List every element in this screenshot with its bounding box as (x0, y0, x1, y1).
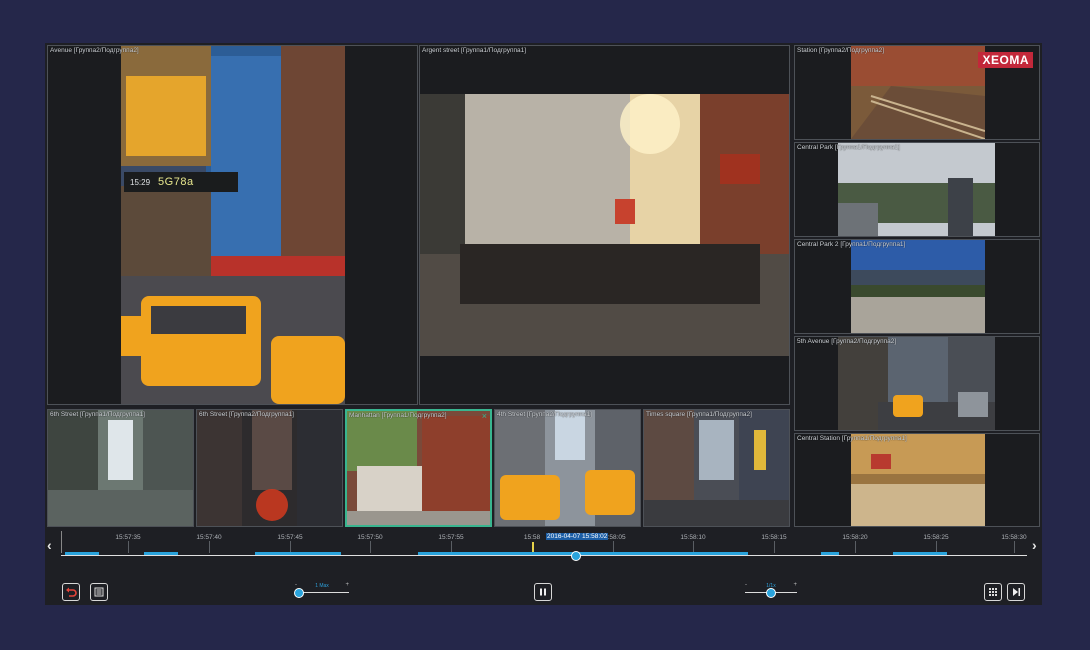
list-icon (94, 587, 104, 597)
camera-label: Central Station [Группа1/Подгруппа1] (797, 435, 907, 442)
tick-label: 15:57:40 (196, 534, 222, 541)
camera-label: Station [Группа2/Подгруппа2] (797, 47, 885, 54)
camera-feed (838, 337, 995, 430)
list-button[interactable] (90, 583, 108, 601)
camera-avenue[interactable]: Avenue [Группа2/Подгруппа2] 15:29 5G78a (47, 45, 418, 405)
camera-feed (495, 410, 640, 526)
camera-feed (838, 143, 995, 236)
camera-label: Argent street [Группа1/Подгруппа1] (422, 47, 527, 54)
camera-label: 6th Street [Группа1/Подгруппа1] (50, 411, 145, 418)
close-icon[interactable]: × (482, 411, 487, 421)
timeline-baseline (61, 555, 1027, 556)
camera-central-park-2[interactable]: Central Park 2 [Группа1/Подгруппа1] (794, 239, 1040, 334)
speed-plus[interactable]: + (345, 582, 349, 588)
camera-label: Avenue [Группа2/Подгруппа2] (50, 47, 139, 54)
tick-label: 15:57:45 (277, 534, 303, 541)
tick-label: 15:57:55 (438, 534, 464, 541)
camera-feed (851, 46, 985, 139)
camera-central-park[interactable]: Central Park [Группа1/Подгруппа1] (794, 142, 1040, 237)
camera-feed (48, 410, 193, 526)
license-plate-overlay: 15:29 5G78a (124, 172, 238, 192)
tick-mark (774, 541, 775, 553)
speed-caption: 1 Max (315, 583, 329, 589)
camera-5th-avenue[interactable]: 5th Avenue [Группа2/Подгруппа2] (794, 336, 1040, 431)
undo-icon (66, 587, 77, 597)
tick-label: 15:57:35 (115, 534, 141, 541)
camera-label: 6th Street [Группа2/Подгруппа1] (199, 411, 294, 418)
volume-minus[interactable]: - (745, 582, 747, 588)
speed-minus[interactable]: - (295, 582, 297, 588)
skip-forward-icon (1013, 588, 1020, 596)
camera-feed (347, 411, 490, 525)
camera-label: 5th Avenue [Группа2/Подгруппа2] (797, 338, 897, 345)
camera-label: Central Park 2 [Группа1/Подгруппа1] (797, 241, 906, 248)
xeoma-viewer: Avenue [Группа2/Подгруппа2] 15:29 5G78a (45, 43, 1042, 605)
camera-station[interactable]: Station [Группа2/Подгруппа2] XEOMA (794, 45, 1040, 140)
tick-mark (370, 541, 371, 553)
tick-mark (128, 541, 129, 553)
tick-mark (1014, 541, 1015, 553)
volume-plus[interactable]: + (793, 582, 797, 588)
tick-mark (209, 541, 210, 553)
plate-time: 15:29 (130, 177, 151, 187)
camera-label: 4th Street [Группа2/Подгруппа1] (497, 411, 592, 418)
camera-label: Times square [Группа1/Подгруппа2] (646, 411, 752, 418)
xeoma-logo: XEOMA (978, 52, 1033, 68)
camera-label: Manhattan [Группа1/Подгруппа2] (349, 412, 447, 419)
camera-feed (197, 410, 342, 526)
camera-central-station[interactable]: Central Station [Группа1/Подгруппа1] (794, 433, 1040, 527)
grid-button[interactable] (984, 583, 1002, 601)
camera-times-square[interactable]: Times square [Группа1/Подгруппа2] (643, 409, 790, 527)
tick-label: 15:58:10 (680, 534, 706, 541)
grid-icon (989, 588, 997, 596)
camera-6th-street-b[interactable]: 6th Street [Группа2/Подгруппа1] (196, 409, 343, 527)
back-button[interactable] (62, 583, 80, 601)
tick-label: 15:58:30 (1001, 534, 1027, 541)
timeline-next-icon[interactable]: › (1032, 537, 1037, 553)
timeline-playhead[interactable] (571, 551, 581, 561)
timeline-prev-icon[interactable]: ‹ (47, 537, 52, 553)
camera-feed (121, 46, 345, 404)
tick-mark (855, 541, 856, 553)
plate-number: 5G78a (158, 176, 194, 188)
current-datetime: 2016-04-07 15:58:02 (546, 533, 609, 540)
tick-label: 15:58:20 (842, 534, 868, 541)
camera-label: Central Park [Группа1/Подгруппа1] (797, 144, 900, 151)
speed-slider[interactable]: 1 Max - + (294, 582, 349, 601)
skip-forward-button[interactable] (1007, 583, 1025, 601)
camera-4th-street[interactable]: 4th Street [Группа2/Подгруппа1] (494, 409, 641, 527)
timeline[interactable]: ‹ › 15:57:35 15:57:40 15:57:45 15:57:50 … (45, 529, 1042, 563)
volume-thumb[interactable] (766, 588, 776, 598)
camera-manhattan[interactable]: Manhattan [Группа1/Подгруппа2] × (345, 409, 492, 527)
camera-feed (644, 410, 789, 526)
camera-feed (851, 240, 985, 333)
camera-feed (420, 94, 789, 356)
timeline-track[interactable]: 15:57:35 15:57:40 15:57:45 15:57:50 15:5… (61, 531, 1028, 556)
speed-thumb[interactable] (294, 588, 304, 598)
camera-argent-street[interactable]: Argent street [Группа1/Подгруппа1] (419, 45, 790, 405)
tick-label: 15:58 (523, 534, 541, 541)
tick-label: 15:57:50 (357, 534, 383, 541)
pause-button[interactable] (534, 583, 552, 601)
tick-label: 15:58:25 (923, 534, 949, 541)
tick-label: 15:58:15 (761, 534, 787, 541)
volume-slider[interactable]: 1/1x - + (745, 582, 797, 601)
camera-feed (851, 434, 985, 526)
pause-icon (540, 588, 546, 596)
camera-6th-street-a[interactable]: 6th Street [Группа1/Подгруппа1] (47, 409, 194, 527)
